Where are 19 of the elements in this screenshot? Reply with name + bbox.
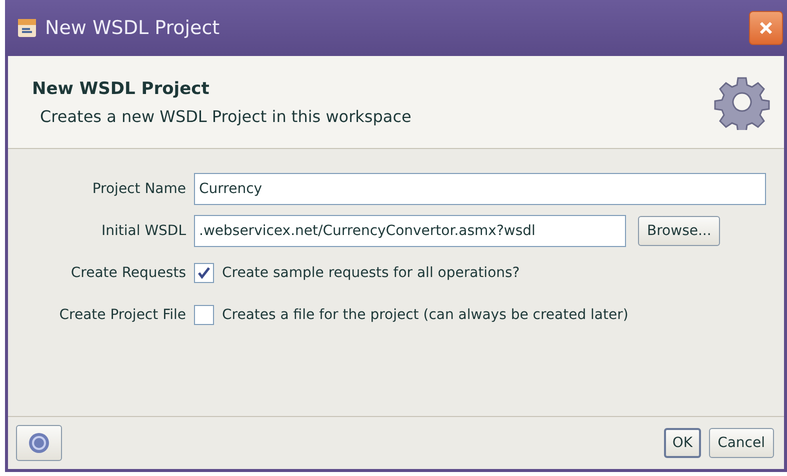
checkbox-label: Creates a file for the project (can always be created later)	[222, 307, 628, 323]
dialog-button[interactable]: OK	[664, 428, 701, 458]
close-button[interactable]	[749, 11, 783, 45]
browse-button[interactable]: Browse...	[638, 216, 720, 246]
text-field[interactable]: Currency	[194, 173, 766, 205]
checkbox-label: Create sample requests for all operations?	[222, 265, 520, 281]
header-title: New WSDL Project	[32, 78, 210, 98]
field-label: Initial WSDL	[100, 223, 186, 239]
text-field[interactable]: .webservicex.net/CurrencyConvertor.asmx?wsdl	[194, 215, 626, 247]
dialog-button[interactable]: Cancel	[708, 428, 774, 458]
header-description: Creates a new WSDL Project in this workspace	[39, 106, 412, 126]
close-icon	[757, 19, 775, 37]
checkbox[interactable]	[194, 305, 214, 325]
help-button[interactable]	[16, 425, 62, 461]
window-title: New WSDL Project	[45, 17, 221, 39]
checkbox[interactable]	[194, 263, 214, 283]
field-label: Project Name	[91, 181, 186, 197]
field-label: Create Requests	[70, 265, 186, 281]
field-label: Create Project File	[58, 307, 186, 323]
